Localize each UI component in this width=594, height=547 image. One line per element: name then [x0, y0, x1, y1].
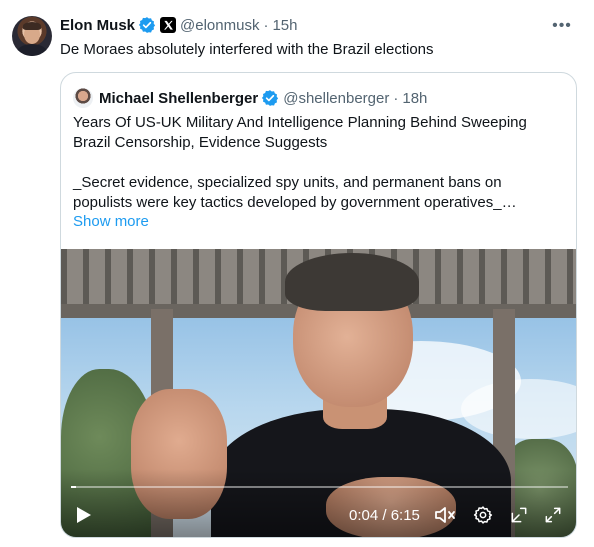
fullscreen-icon[interactable] — [541, 503, 565, 527]
author-handle[interactable]: @elonmusk — [180, 17, 259, 34]
video-player[interactable]: 0:04 / 6:15 — [61, 249, 576, 537]
author-name[interactable]: Elon Musk — [60, 17, 135, 34]
quote-body-line: populists were key tactics developed by … — [73, 194, 517, 211]
quote-header: Michael Shellenberger @shellenberger · 1… — [73, 87, 427, 109]
video-time-readout: 0:04 / 6:15 — [349, 507, 420, 524]
video-frame-speaker-hair — [285, 253, 419, 311]
avatar[interactable] — [12, 16, 52, 56]
separator-dot: · — [393, 89, 399, 107]
quote-author-handle[interactable]: @shellenberger — [283, 90, 389, 107]
separator-dot: · — [263, 16, 269, 34]
x-logo-icon — [160, 17, 177, 33]
video-progress-fill — [71, 486, 77, 488]
show-more-link[interactable]: Show more — [73, 213, 149, 230]
quote-title-line: Brazil Censorship, Evidence Suggests — [73, 134, 328, 151]
tweet-header: Elon Musk @elonmusk · 15h — [60, 15, 297, 35]
verified-badge-icon — [262, 90, 279, 106]
quote-author-name[interactable]: Michael Shellenberger — [99, 90, 258, 107]
tweet[interactable]: Elon Musk @elonmusk · 15h ••• De Moraes … — [0, 0, 594, 547]
verified-badge-icon — [138, 17, 156, 33]
quote-post-time[interactable]: 18h — [402, 90, 427, 107]
video-progress-bar[interactable] — [71, 486, 568, 488]
quote-title-line: Years Of US-UK Military And Intelligence… — [73, 114, 527, 131]
avatar-hair — [23, 22, 41, 30]
play-icon[interactable] — [73, 503, 95, 527]
video-controls: 0:04 / 6:15 — [61, 499, 576, 531]
quoted-tweet[interactable]: Michael Shellenberger @shellenberger · 1… — [60, 72, 577, 538]
quote-avatar[interactable] — [73, 88, 93, 108]
quote-text: Years Of US-UK Military And Intelligence… — [73, 113, 568, 213]
picture-in-picture-icon[interactable] — [507, 503, 531, 527]
gear-icon[interactable] — [471, 503, 495, 527]
quote-body-line: _Secret evidence, specialized spy units,… — [73, 174, 502, 191]
post-time[interactable]: 15h — [272, 17, 297, 34]
avatar-shoulders — [16, 44, 48, 56]
more-dots-icon[interactable]: ••• — [552, 16, 572, 36]
volume-muted-icon[interactable] — [433, 503, 457, 527]
tweet-text: De Moraes absolutely interfered with the… — [60, 41, 434, 58]
